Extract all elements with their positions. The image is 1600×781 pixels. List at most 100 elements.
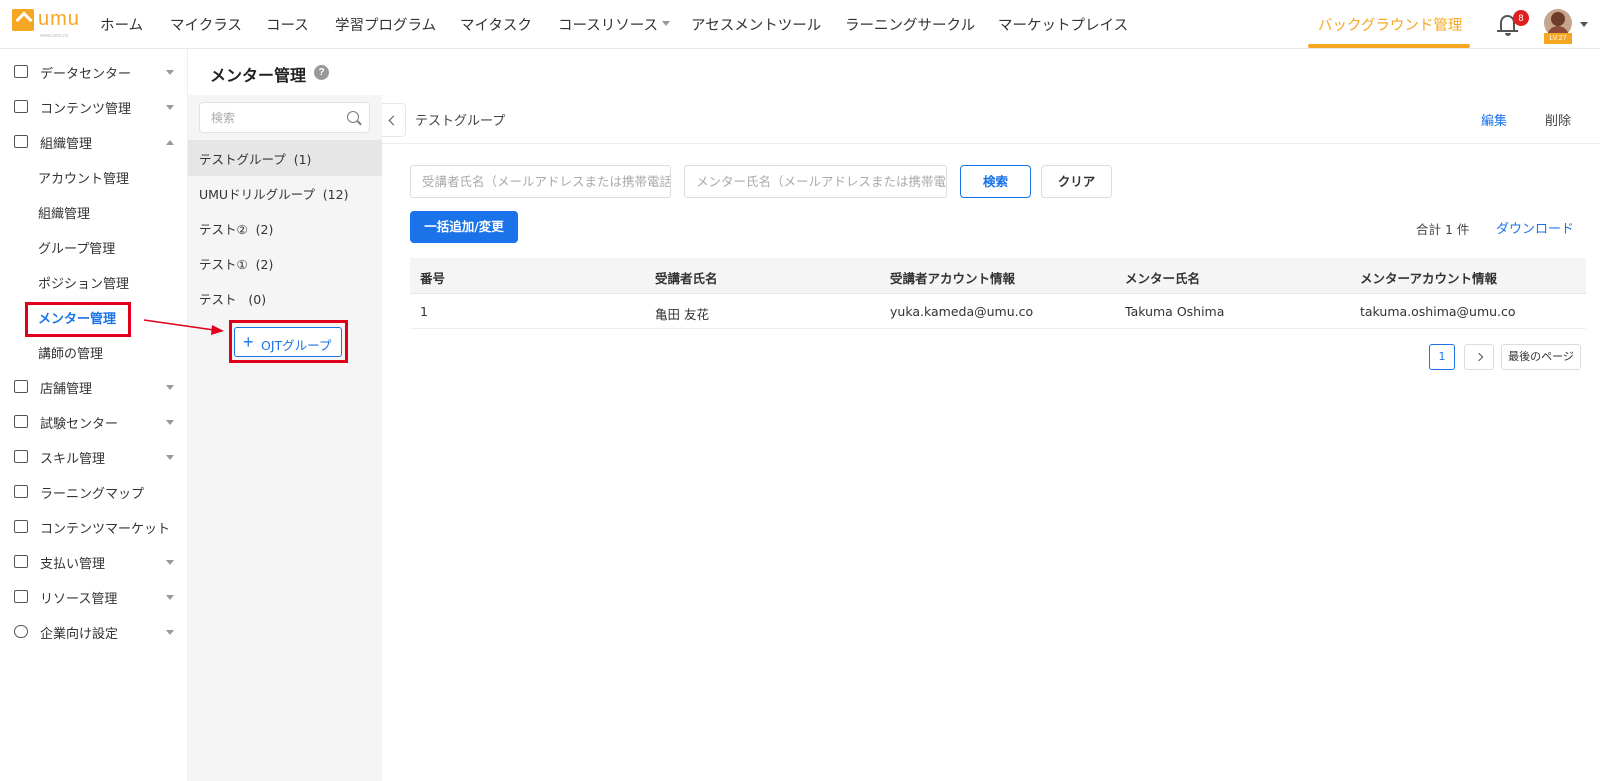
nav-marketplace[interactable]: マーケットプレイス bbox=[998, 14, 1128, 35]
sidebar-item-store-management[interactable]: 店舗管理 bbox=[0, 372, 188, 402]
nav-background-management[interactable]: バックグラウンド管理 bbox=[1318, 14, 1462, 35]
store-icon bbox=[14, 380, 28, 393]
help-icon[interactable]: ? bbox=[314, 65, 329, 80]
chevron-down-icon bbox=[166, 455, 174, 460]
column-header: 受講者アカウント情報 bbox=[890, 271, 1016, 286]
sidebar-item-label: 企業向け設定 bbox=[40, 627, 119, 642]
chevron-down-icon bbox=[166, 385, 174, 390]
logo-mark-icon bbox=[12, 9, 34, 31]
logo-text: umu bbox=[38, 8, 80, 30]
nav-assessment-tool[interactable]: アセスメントツール bbox=[691, 14, 821, 35]
table-cell: Takuma Oshima bbox=[1125, 304, 1225, 319]
exam-icon bbox=[14, 415, 28, 428]
sidebar-item-enterprise-settings[interactable]: 企業向け設定 bbox=[0, 617, 188, 647]
nav-home[interactable]: ホーム bbox=[100, 14, 143, 35]
group-detail-header: テストグループ 編集 削除 bbox=[382, 95, 1600, 144]
sidebar-item-data-center[interactable]: データセンター bbox=[0, 57, 188, 87]
group-item[interactable]: テストグループ (1) bbox=[188, 140, 382, 176]
group-item[interactable]: テスト① (2) bbox=[188, 245, 382, 281]
sidebar-item-label: 試験センター bbox=[40, 417, 119, 432]
group-item-label: テスト② (2) bbox=[199, 222, 274, 237]
clipboard-icon bbox=[14, 450, 28, 463]
sidebar-item-account-management[interactable]: アカウント管理 bbox=[0, 162, 188, 192]
nav-learning-program[interactable]: 学習プログラム bbox=[335, 14, 436, 35]
sidebar-item-label: 組織管理 bbox=[38, 207, 91, 222]
sidebar-item-label: データセンター bbox=[40, 67, 132, 82]
nav-my-task[interactable]: マイタスク bbox=[460, 14, 532, 35]
table-cell: takuma.oshima@umu.co bbox=[1360, 304, 1516, 319]
id-card-icon bbox=[14, 135, 28, 148]
clear-button[interactable]: クリア bbox=[1041, 165, 1112, 198]
nav-course-resources[interactable]: コースリソース bbox=[558, 14, 671, 35]
content-icon bbox=[14, 100, 28, 113]
total-count: 合計 1 件 bbox=[1416, 222, 1470, 237]
collapse-panel-button[interactable] bbox=[382, 103, 406, 137]
settings-icon bbox=[14, 625, 28, 638]
sidebar-item-resource-management[interactable]: リソース管理 bbox=[0, 582, 188, 612]
learner-filter bbox=[410, 165, 671, 198]
main-content: テストグループ 編集 削除 検索 クリア 一括追加/変更 合計 1 件 ダウンロ… bbox=[382, 95, 1600, 781]
sidebar-item-organization[interactable]: 組織管理 bbox=[0, 127, 188, 157]
annotation-arrow bbox=[143, 319, 224, 335]
group-item[interactable]: テスト② (2) bbox=[188, 210, 382, 246]
notification-badge: 8 bbox=[1513, 10, 1529, 26]
sidebar-item-skill-management[interactable]: スキル管理 bbox=[0, 442, 188, 472]
page-1-button[interactable]: 1 bbox=[1429, 344, 1455, 370]
sidebar-item-label: ポジション管理 bbox=[38, 277, 130, 292]
sidebar-item-learning-map[interactable]: ラーニングマップ bbox=[0, 477, 188, 507]
chevron-down-icon bbox=[166, 70, 174, 75]
bar-chart-icon bbox=[14, 65, 28, 78]
table-cell: 1 bbox=[420, 304, 428, 319]
table-cell: yuka.kameda@umu.co bbox=[890, 304, 1034, 319]
learner-search-input[interactable] bbox=[411, 166, 670, 197]
sidebar-item-label: アカウント管理 bbox=[38, 172, 130, 187]
sidebar-item-organization-management[interactable]: 組織管理 bbox=[0, 197, 188, 227]
mentor-search-input[interactable] bbox=[685, 166, 946, 197]
chevron-down-icon bbox=[166, 105, 174, 110]
user-level-badge: LV.27 bbox=[1544, 33, 1572, 44]
table-row[interactable]: 1 亀田 友花 yuka.kameda@umu.co Takuma Oshima… bbox=[410, 294, 1586, 329]
sidebar-item-label: コンテンツマーケット bbox=[40, 522, 171, 537]
nav-learning-circle[interactable]: ラーニングサークル bbox=[845, 14, 975, 35]
sidebar-item-position-management[interactable]: ポジション管理 bbox=[0, 267, 188, 297]
sidebar-item-label: コンテンツ管理 bbox=[40, 102, 132, 117]
group-search-box bbox=[199, 102, 370, 133]
nav-my-class[interactable]: マイクラス bbox=[170, 14, 242, 35]
sidebar-item-content-management[interactable]: コンテンツ管理 bbox=[0, 92, 188, 122]
last-page-button[interactable]: 最後のページ bbox=[1501, 344, 1581, 370]
chevron-down-icon[interactable] bbox=[1580, 22, 1588, 27]
sidebar-item-label: リソース管理 bbox=[40, 592, 118, 607]
market-icon bbox=[14, 520, 28, 533]
chevron-down-icon bbox=[166, 630, 174, 635]
table-header: 番号 受講者氏名 受講者アカウント情報 メンター氏名 メンターアカウント情報 bbox=[410, 258, 1586, 294]
sidebar-item-group-management[interactable]: グループ管理 bbox=[0, 232, 188, 262]
group-item[interactable]: UMUドリルグループ (12) bbox=[188, 175, 382, 211]
column-header: メンター氏名 bbox=[1125, 271, 1201, 286]
wallet-icon bbox=[14, 555, 28, 568]
nav-course[interactable]: コース bbox=[266, 14, 309, 35]
download-link[interactable]: ダウンロード bbox=[1496, 218, 1574, 237]
column-header: メンターアカウント情報 bbox=[1360, 271, 1498, 286]
sidebar-item-payment-management[interactable]: 支払い管理 bbox=[0, 547, 188, 577]
edit-button[interactable]: 編集 bbox=[1481, 110, 1507, 129]
sidebar-item-content-market[interactable]: コンテンツマーケット bbox=[0, 512, 188, 542]
search-icon[interactable] bbox=[347, 111, 359, 123]
umu-logo[interactable]: umu www.umu.cn bbox=[12, 8, 80, 39]
chevron-up-icon bbox=[166, 140, 174, 145]
sidebar-item-instructor-management[interactable]: 講師の管理 bbox=[0, 337, 188, 367]
sidebar-item-exam-center[interactable]: 試験センター bbox=[0, 407, 188, 437]
group-search-input[interactable] bbox=[200, 103, 340, 132]
group-item-label: テスト (0) bbox=[199, 292, 267, 307]
search-button[interactable]: 検索 bbox=[960, 165, 1031, 198]
sidebar-item-label: グループ管理 bbox=[38, 242, 116, 257]
chevron-down-icon bbox=[166, 560, 174, 565]
page-title: メンター管理 bbox=[210, 66, 307, 85]
group-panel: テストグループ (1) UMUドリルグループ (12) テスト② (2) テスト… bbox=[188, 95, 382, 781]
next-page-button[interactable] bbox=[1464, 344, 1494, 370]
chevron-down-icon bbox=[166, 595, 174, 600]
delete-button[interactable]: 削除 bbox=[1545, 110, 1571, 129]
bulk-add-change-button[interactable]: 一括追加/変更 bbox=[410, 211, 518, 243]
group-item-label: テスト① (2) bbox=[199, 257, 274, 272]
sidebar-item-label: 店舗管理 bbox=[40, 382, 93, 397]
column-header: 番号 bbox=[420, 271, 446, 286]
